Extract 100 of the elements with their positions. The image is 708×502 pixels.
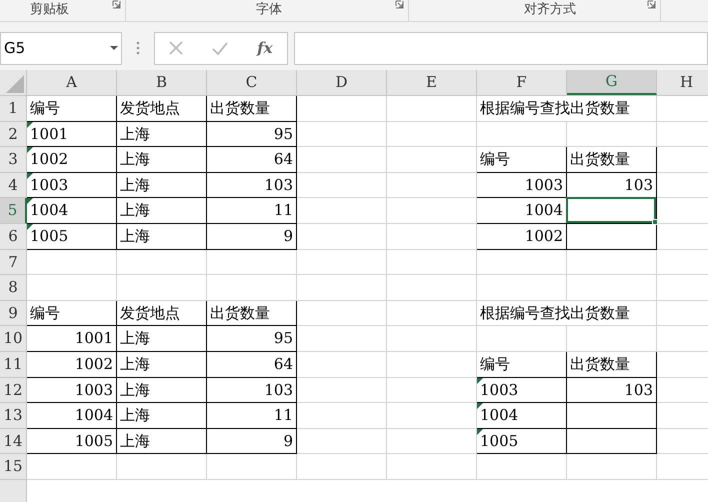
table-cell[interactable]: 编号 (27, 96, 117, 122)
caret-icon (110, 46, 118, 50)
drag-handle-icon[interactable] (136, 41, 140, 55)
row-header[interactable]: 1 (0, 96, 27, 122)
cell-text: 上海 (120, 405, 150, 426)
table-cell[interactable]: 1002 (477, 224, 567, 250)
column-header[interactable]: G (567, 70, 657, 95)
table-cell[interactable]: 根据编号查找出货数量 (477, 300, 657, 326)
table-cell[interactable]: 11 (207, 198, 297, 224)
cell-text: 1001 (74, 328, 113, 350)
table-cell[interactable]: 编号 (477, 352, 567, 378)
row-header[interactable]: 13 (0, 403, 27, 429)
table-cell[interactable]: 1002 (27, 352, 117, 378)
table-cell[interactable]: 95 (207, 326, 297, 352)
table-cell[interactable]: 1005 (27, 428, 117, 454)
table-cell[interactable]: 1005 (27, 224, 117, 250)
table-cell[interactable]: 上海 (117, 378, 207, 404)
table-cell[interactable]: 1004 (477, 198, 567, 224)
table-cell[interactable]: 上海 (117, 224, 207, 250)
table-cell[interactable]: 1004 (27, 198, 117, 224)
column-header[interactable]: A (27, 70, 117, 95)
table-cell[interactable]: 根据编号查找出货数量 (477, 96, 657, 122)
formula-input[interactable] (294, 32, 708, 64)
cell-text: 1004 (480, 405, 518, 426)
row-header[interactable]: 2 (0, 122, 27, 148)
row-header[interactable]: 9 (0, 300, 27, 326)
cell-text: 1005 (480, 430, 518, 452)
table-cell[interactable]: 出货数量 (567, 352, 657, 378)
cell-text: 1004 (524, 200, 563, 222)
cell-text: 1003 (480, 380, 518, 401)
table-cell[interactable] (567, 428, 657, 454)
table-cell[interactable] (567, 403, 657, 429)
table-cell[interactable]: 64 (207, 352, 297, 378)
table-cell[interactable]: 发货地点 (117, 96, 207, 122)
table-cell[interactable]: 编号 (27, 300, 117, 326)
table-cell[interactable]: 出货数量 (207, 96, 297, 122)
table-cell[interactable]: 1003 (477, 172, 567, 198)
column-header[interactable]: C (207, 70, 297, 95)
name-box[interactable]: G5 (0, 32, 122, 64)
table-cell[interactable]: 出货数量 (207, 300, 297, 326)
table-cell[interactable]: 1003 (27, 172, 117, 198)
close-icon[interactable] (169, 41, 184, 55)
cell-text: 9 (283, 226, 293, 248)
table-cell[interactable]: 上海 (117, 147, 207, 173)
error-indicator-icon (477, 428, 483, 435)
table-cell[interactable]: 1004 (27, 403, 117, 429)
cell-text: 1003 (524, 174, 563, 196)
table-cell[interactable]: 上海 (117, 403, 207, 429)
column-header[interactable]: H (657, 70, 708, 95)
table-cell[interactable]: 103 (207, 172, 297, 198)
table-cell[interactable]: 1001 (27, 326, 117, 352)
table-cell[interactable]: 103 (207, 378, 297, 404)
table-cell[interactable]: 上海 (117, 326, 207, 352)
row-header[interactable]: 10 (0, 326, 27, 352)
row-header[interactable]: 8 (0, 275, 27, 301)
row-header[interactable]: 11 (0, 352, 27, 378)
table-cell[interactable]: 编号 (477, 147, 567, 173)
table-cell[interactable]: 64 (207, 147, 297, 173)
row-header[interactable]: 12 (0, 378, 27, 404)
check-icon[interactable] (212, 42, 228, 54)
cell-text: 103 (264, 174, 293, 196)
cell-text: 1001 (30, 124, 68, 145)
cell-text: 上海 (120, 124, 150, 145)
table-cell[interactable] (567, 224, 657, 250)
column-header[interactable]: D (297, 70, 387, 95)
table-cell[interactable]: 1002 (27, 147, 117, 173)
column-header[interactable]: E (387, 70, 477, 95)
table-cell[interactable]: 11 (207, 403, 297, 429)
table-cell[interactable]: 出货数量 (567, 147, 657, 173)
column-header[interactable]: B (117, 70, 207, 95)
table-cell[interactable]: 上海 (117, 198, 207, 224)
table-cell[interactable]: 1001 (27, 122, 117, 148)
row-header[interactable]: 3 (0, 147, 27, 173)
row-header[interactable]: 15 (0, 454, 27, 480)
table-cell[interactable]: 9 (207, 224, 297, 250)
dialog-launcher-icon[interactable] (647, 0, 656, 9)
table-cell[interactable]: 1003 (27, 378, 117, 404)
table-cell[interactable]: 95 (207, 122, 297, 148)
table-cell[interactable]: 1004 (477, 403, 567, 429)
dialog-launcher-icon[interactable] (112, 0, 121, 9)
table-cell[interactable]: 上海 (117, 352, 207, 378)
row-header[interactable]: 5 (0, 198, 27, 224)
table-cell[interactable]: 103 (567, 172, 657, 198)
table-cell[interactable]: 9 (207, 428, 297, 454)
row-header[interactable]: 6 (0, 224, 27, 250)
table-cell[interactable]: 1003 (477, 378, 567, 404)
table-cell[interactable]: 1005 (477, 428, 567, 454)
row-header[interactable]: 4 (0, 172, 27, 198)
cell-text: 95 (274, 124, 293, 145)
table-cell[interactable]: 103 (567, 378, 657, 404)
cell-text: 1004 (30, 200, 68, 222)
table-cell[interactable]: 上海 (117, 428, 207, 454)
select-all-icon[interactable] (6, 75, 24, 93)
table-cell[interactable]: 上海 (117, 172, 207, 198)
row-header[interactable]: 14 (0, 428, 27, 454)
insert-function-button[interactable]: fx (257, 36, 273, 60)
row-header[interactable]: 7 (0, 250, 27, 276)
table-cell[interactable]: 发货地点 (117, 300, 207, 326)
dialog-launcher-icon[interactable] (395, 0, 404, 9)
table-cell[interactable]: 上海 (117, 122, 207, 148)
